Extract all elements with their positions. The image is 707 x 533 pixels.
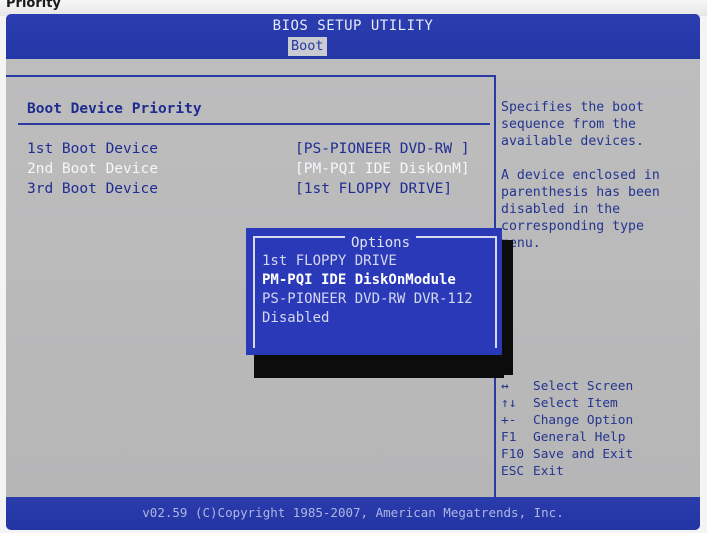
key-action: General Help [533, 430, 626, 445]
section-divider [18, 123, 490, 125]
boot-device-value: [PM-PQI IDE DiskOnM] [295, 161, 470, 177]
boot-device-value: [PS-PIONEER DVD-RW ] [295, 141, 470, 157]
boot-device-row-3[interactable]: 3rd Boot Device [1st FLOPPY DRIVE] [6, 181, 494, 201]
key-plus-minus: +- [501, 413, 517, 428]
options-popup: Options 1st FLOPPY DRIVE PM-PQI IDE Disk… [246, 228, 502, 355]
key-action: Exit [533, 464, 564, 479]
key-esc: ESC [501, 464, 525, 479]
option-item-selected[interactable]: PM-PQI IDE DiskOnModule [262, 272, 498, 291]
option-item[interactable]: Disabled [262, 310, 498, 329]
bios-screen: BIOS SETUP UTILITY Boot Boot Device Prio… [6, 14, 700, 530]
key-row: F1 General Help [501, 430, 691, 447]
boot-device-row-2[interactable]: 2nd Boot Device [PM-PQI IDE DiskOnM] [6, 161, 494, 181]
boot-device-label: 3rd Boot Device [27, 181, 158, 197]
key-f10: F10 [501, 447, 525, 462]
key-action: Save and Exit [533, 447, 634, 462]
title-bar: BIOS SETUP UTILITY Boot [6, 14, 700, 59]
boot-device-row-1[interactable]: 1st Boot Device [PS-PIONEER DVD-RW ] [6, 141, 494, 161]
popup-shadow [502, 240, 513, 375]
key-f1: F1 [501, 430, 517, 445]
key-legend: ↔ Select Screen ↑↓ Select Item +- Change Op… [501, 379, 691, 481]
key-row: ↑↓ Select Item [501, 396, 691, 413]
key-row: +- Change Option [501, 413, 691, 430]
footer-bar: v02.59 (C)Copyright 1985-2007, American … [6, 497, 700, 530]
option-item[interactable]: 1st FLOPPY DRIVE [262, 253, 498, 272]
key-row: ESC Exit [501, 464, 691, 481]
section-title: Boot Device Priority [27, 101, 202, 117]
key-action: Change Option [533, 413, 634, 428]
key-arrows-ud-icon: ↑↓ [501, 396, 517, 411]
key-action: Select Screen [533, 379, 634, 394]
popup-title: Options [345, 235, 417, 251]
key-action: Select Item [533, 396, 618, 411]
boot-device-label: 1st Boot Device [27, 141, 158, 157]
help-pane: Specifies the boot sequence from the ava… [501, 99, 691, 519]
key-row: F10 Save and Exit [501, 447, 691, 464]
caption-text: Priority [6, 0, 61, 11]
boot-device-label: 2nd Boot Device [27, 161, 158, 177]
key-arrows-lr-icon: ↔ [501, 379, 509, 394]
copyright-text: v02.59 (C)Copyright 1985-2007, American … [142, 505, 564, 520]
app-title: BIOS SETUP UTILITY [272, 18, 434, 34]
key-row: ↔ Select Screen [501, 379, 691, 396]
help-description: Specifies the boot sequence from the ava… [501, 100, 644, 149]
help-note: A device enclosed in parenthesis has bee… [501, 168, 660, 251]
tab-boot[interactable]: Boot [288, 37, 327, 56]
option-item[interactable]: PS-PIONEER DVD-RW DVR-112 [262, 291, 498, 310]
boot-device-value: [1st FLOPPY DRIVE] [295, 181, 453, 197]
